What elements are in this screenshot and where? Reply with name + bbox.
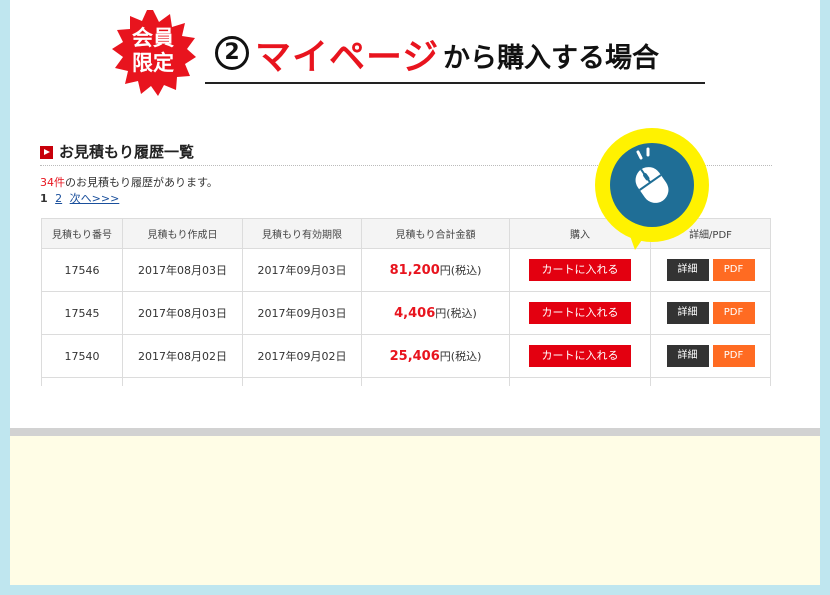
amount-unit: 円(税込) — [439, 350, 482, 363]
detail-button[interactable]: 詳細 — [666, 259, 709, 281]
next-page-link[interactable]: 次へ>>> — [70, 192, 120, 205]
red-arrow-icon — [40, 146, 53, 159]
amount-unit: 円(税込) — [439, 264, 482, 277]
page-current: 1 — [40, 192, 48, 205]
total-amount: 4,406円(税込) — [361, 291, 510, 335]
add-to-cart-button[interactable]: カートに入れる — [529, 345, 631, 367]
expiry-date: 2017年09月02日 — [242, 334, 362, 378]
headline-rest: から購入する場合 — [443, 43, 659, 74]
badge-line2: 限定 — [132, 51, 174, 75]
table-row: 17545 2017年08月03日 2017年09月03日 4,406円(税込)… — [41, 291, 771, 335]
table-row: 17546 2017年08月03日 2017年09月03日 81,200円(税込… — [41, 248, 771, 292]
members-only-badge: 会員 限定 — [110, 10, 196, 96]
col-expires: 見積もり有効期限 — [242, 218, 362, 249]
headline-mypage: マイページ — [255, 37, 440, 78]
content-panel: 会員 限定 2 マイページ から購入する場合 お見積もり履歴一覧 34件のお見積… — [10, 0, 820, 585]
quote-id: 17545 — [41, 291, 123, 335]
detail-button[interactable]: 詳細 — [666, 345, 709, 367]
page-headline: 2 マイページ から購入する場合 — [205, 32, 705, 84]
amount-value: 4,406 — [394, 306, 436, 321]
created-date: 2017年08月03日 — [122, 291, 243, 335]
pdf-button[interactable]: PDF — [712, 259, 755, 281]
section-title: お見積もり履歴一覧 — [59, 143, 195, 161]
add-to-cart-button[interactable]: カートに入れる — [529, 302, 631, 324]
pdf-button[interactable]: PDF — [712, 345, 755, 367]
add-to-cart-button[interactable]: カートに入れる — [529, 259, 631, 281]
pdf-button[interactable]: PDF — [712, 302, 755, 324]
created-date: 2017年08月03日 — [122, 248, 243, 292]
quote-id: 17540 — [41, 334, 123, 378]
history-count: 34件のお見積もり履歴があります。 — [40, 174, 218, 190]
col-amount: 見積もり合計金額 — [361, 218, 510, 249]
table-row-partial — [41, 377, 771, 386]
mouse-pin-icon — [595, 128, 713, 254]
count-text: のお見積もり履歴があります。 — [65, 176, 218, 189]
total-amount: 81,200円(税込) — [361, 248, 510, 292]
cream-footer-area — [10, 428, 820, 585]
table-row: 17540 2017年08月02日 2017年09月02日 25,406円(税込… — [41, 334, 771, 378]
page-2-link[interactable]: 2 — [55, 192, 62, 205]
col-created: 見積もり作成日 — [122, 218, 243, 249]
total-amount: 25,406円(税込) — [361, 334, 510, 378]
created-date: 2017年08月02日 — [122, 334, 243, 378]
pagination: 1 2 次へ>>> — [40, 190, 123, 206]
expiry-date: 2017年09月03日 — [242, 248, 362, 292]
detail-button[interactable]: 詳細 — [666, 302, 709, 324]
badge-line1: 会員 — [132, 26, 174, 50]
amount-value: 25,406 — [389, 349, 440, 364]
amount-unit: 円(税込) — [435, 307, 477, 320]
amount-value: 81,200 — [389, 263, 440, 278]
count-number: 34件 — [40, 176, 65, 189]
quote-id: 17546 — [41, 248, 123, 292]
col-quote-number: 見積もり番号 — [41, 218, 123, 249]
expiry-date: 2017年09月03日 — [242, 291, 362, 335]
step-number: 2 — [215, 36, 249, 70]
